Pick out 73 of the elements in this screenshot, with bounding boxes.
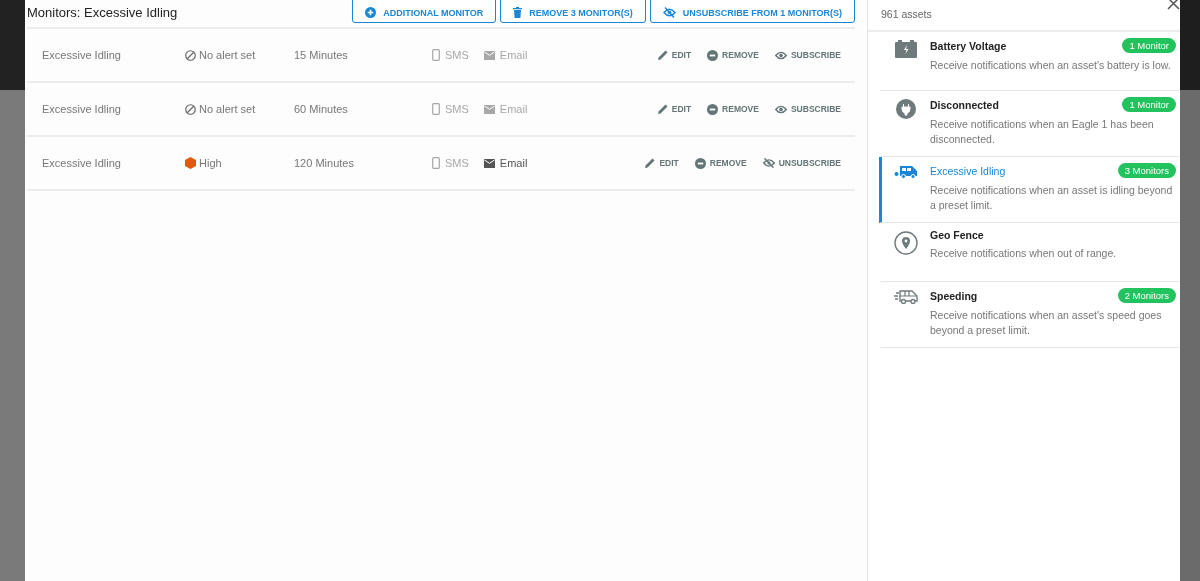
- alert-level: No alert set: [199, 49, 256, 61]
- pencil-icon: [645, 158, 656, 168]
- van-icon: [894, 165, 918, 179]
- sms-channel[interactable]: SMS: [432, 103, 469, 115]
- monitor-type-description: Receive notifications when an asset's speed goes beyond a preset limit.: [930, 308, 1163, 338]
- eye-slash-icon: [762, 158, 775, 168]
- monitor-type-item[interactable]: Disconnected 1 Monitor Receive notifications when an Eagle 1 has been disconnected.: [879, 91, 1180, 157]
- phone-icon: [432, 103, 440, 115]
- close-icon: [1167, 0, 1180, 10]
- row-action-link[interactable]: REMOVE: [694, 157, 747, 169]
- envelope-icon: [483, 104, 495, 114]
- monitor-type-title: Excessive Idling: [930, 164, 1006, 177]
- prohibited-icon: [185, 103, 196, 115]
- minus-circle-icon: [707, 103, 719, 115]
- sms-channel[interactable]: SMS: [432, 49, 469, 61]
- row-action-link[interactable]: REMOVE: [707, 103, 759, 115]
- battery-icon: [895, 40, 917, 58]
- sms-channel[interactable]: SMS: [432, 157, 469, 169]
- prohibited-icon: [185, 49, 196, 61]
- close-button[interactable]: [1167, 0, 1180, 10]
- monitor-name: Excessive Idling: [41, 49, 122, 61]
- row-action-link[interactable]: SUBSCRIBE: [774, 103, 841, 115]
- email-channel[interactable]: Email: [483, 103, 528, 115]
- phone-icon: [432, 49, 440, 61]
- minus-circle-icon: [694, 157, 706, 169]
- outline-button[interactable]: ADDITIONAL MONITOR: [352, 0, 497, 23]
- asset-count: 961 assets: [881, 7, 932, 22]
- monitor-type-description: Receive notifications when an Eagle 1 has been disconnected.: [930, 117, 1155, 147]
- monitor-type-description: Receive notifications when an asset's battery is low.: [930, 58, 1172, 73]
- minus-circle-icon: [707, 49, 719, 61]
- map-pin-icon: [894, 231, 918, 255]
- outline-button[interactable]: UNSUBSCRIBE FROM 1 MONITOR(S): [649, 0, 855, 23]
- trash-icon: [513, 7, 523, 18]
- row-action-link[interactable]: UNSUBSCRIBE: [762, 157, 841, 169]
- phone-icon: [432, 157, 440, 169]
- pencil-icon: [657, 104, 668, 114]
- row-action-link[interactable]: EDIT: [645, 157, 679, 169]
- speeding-van-icon: [894, 290, 918, 304]
- envelope-icon: [483, 50, 495, 60]
- outline-button[interactable]: REMOVE 3 MONITOR(S): [500, 0, 646, 23]
- envelope-icon: [483, 158, 495, 168]
- monitor-type-item[interactable]: Speeding 2 Monitors Receive notifications when an asset's speed goes beyond a preset limit.: [879, 282, 1180, 348]
- panel-title: Monitors: Excessive Idling: [27, 4, 178, 20]
- alert-level: High: [199, 157, 222, 169]
- monitor-count-badge: 3 Monitors: [1117, 163, 1176, 178]
- eye-slash-icon: [662, 7, 676, 18]
- duration: 15 Minutes: [294, 49, 349, 61]
- monitor-type-title: Disconnected: [930, 98, 999, 111]
- duration: 60 Minutes: [294, 103, 349, 115]
- row-action-link[interactable]: REMOVE: [707, 49, 759, 61]
- plug-icon: [896, 99, 916, 119]
- monitor-type-item[interactable]: Battery Voltage 1 Monitor Receive notifications when an asset's battery is low.: [879, 32, 1180, 91]
- eye-icon: [774, 104, 787, 114]
- duration: 120 Minutes: [294, 157, 355, 169]
- monitor-type-title: Battery Voltage: [930, 39, 1007, 52]
- row-action-link[interactable]: EDIT: [657, 49, 692, 61]
- email-channel[interactable]: Email: [483, 49, 528, 61]
- email-channel[interactable]: Email: [483, 157, 528, 169]
- pencil-icon: [657, 50, 668, 60]
- monitor-count-badge: 1 Monitor: [1122, 97, 1176, 112]
- alert-level: No alert set: [199, 103, 256, 115]
- monitor-name: Excessive Idling: [41, 103, 122, 115]
- row-action-link[interactable]: SUBSCRIBE: [774, 49, 841, 61]
- monitor-count-badge: 2 Monitors: [1117, 288, 1176, 303]
- monitor-type-title: Speeding: [930, 289, 978, 302]
- monitor-type-title: Geo Fence: [930, 229, 984, 241]
- monitor-type-description: Receive notifications when an asset is idling beyond a preset limit.: [930, 183, 1174, 213]
- row-action-link[interactable]: EDIT: [657, 103, 692, 115]
- eye-icon: [774, 50, 787, 60]
- plus-circle-icon: [365, 7, 377, 18]
- monitor-type-description: Receive notifications when out of range.: [930, 246, 1118, 261]
- monitor-name: Excessive Idling: [41, 157, 122, 169]
- monitor-count-badge: 1 Monitor: [1122, 38, 1176, 53]
